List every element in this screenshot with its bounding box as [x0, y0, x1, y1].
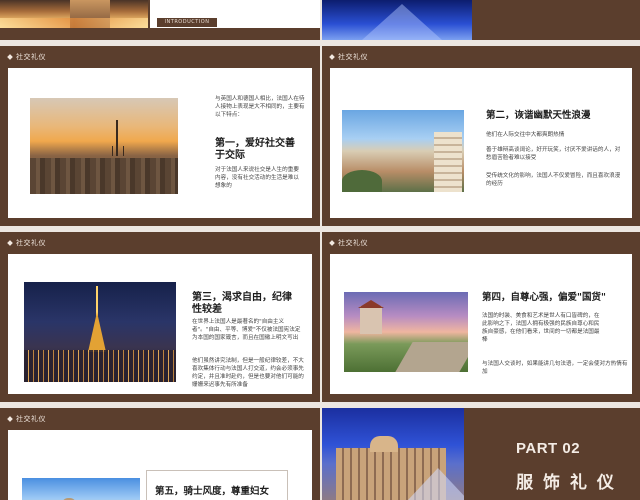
section-tag: 社交礼仪 — [329, 238, 368, 248]
slide-2-partial[interactable] — [322, 0, 640, 40]
slide-4[interactable]: 社交礼仪 第二，诙谐幽默天性浪漫 他们在人际交往中大都爽朗热情 善于雄辩高谈阔论… — [322, 46, 640, 226]
point-title: 第四，自尊心强，偏爱"国货" — [482, 292, 606, 303]
point-title: 第五，骑士风度，尊重妇女 — [155, 486, 270, 497]
slide-7[interactable]: 社交礼仪 第五，骑士风度，尊重妇女 — [0, 408, 320, 500]
point-p2: 他们虽然讲究法制，但是一般纪律较差，不大喜欢集体行动与法国人打交道，约会必须事先… — [192, 358, 304, 388]
slide-content: 第五，骑士风度，尊重妇女 — [8, 430, 312, 500]
eiffel-tower-night-photo — [24, 282, 176, 382]
point-title: 第三，渴求自由，纪律性较差 — [192, 292, 292, 315]
slide-5[interactable]: 社交礼仪 第三，渴求自由，纪律性较差 在世界上法国人是最著名的"自由主义者"。"… — [0, 232, 320, 402]
tag-label: 社交礼仪 — [16, 239, 46, 247]
introduction-label: INTRODUCTION — [157, 18, 217, 27]
slide-8[interactable]: PART 02 服 饰 礼 仪 — [322, 408, 640, 500]
tag-label: 社交礼仪 — [16, 53, 46, 61]
point-p1: 法国的时装、美食和艺术是世人有口皆碑的，在此影响之下，法国人拥有极强的民族自尊心… — [482, 313, 600, 343]
point-title: 第二，诙谐幽默天性浪漫 — [486, 110, 591, 121]
slide-content: 第三，渴求自由，纪律性较差 在世界上法国人是最著名的"自由主义者"。"自由、平等… — [8, 254, 312, 394]
slide-content: 第二，诙谐幽默天性浪漫 他们在人际交往中大都爽朗热情 善于雄辩高谈阔论，好开玩笑… — [330, 68, 632, 218]
tag-label: 社交礼仪 — [338, 239, 368, 247]
point-p3: 受传统文化的影响，法国人不仅爱冒险，而且喜欢浪漫的经历 — [486, 173, 621, 187]
tag-label: 社交礼仪 — [338, 53, 368, 61]
section-tag: 社交礼仪 — [7, 238, 46, 248]
louvre-night-photo — [322, 408, 464, 500]
point-body: 对于法国人来说社交是人生的重要内容，没有社交活动的生活是难以想象的 — [215, 167, 299, 189]
paris-buildings-photo — [342, 110, 464, 192]
paris-sunset-photo — [30, 98, 178, 194]
slide-content: 第四，自尊心强，偏爱"国货" 法国的时装、美食和艺术是世人有口皆碑的，在此影响之… — [330, 254, 632, 394]
diamond-icon — [329, 240, 335, 246]
point-p1: 在世界上法国人是最著名的"自由主义者"。"自由、平等、博爱"不仅被法国宪法定为本… — [192, 319, 301, 341]
point-p2: 与法国人交谈时，如果能讲几句法语，一定会使对方热情有加 — [482, 361, 628, 375]
slide-6[interactable]: 社交礼仪 第四，自尊心强，偏爱"国货" 法国的时装、美食和艺术是世人有口皆碑的，… — [322, 232, 640, 402]
paris-sky-photo — [22, 478, 140, 500]
slide-content: 与英国人和德国人相比，法国人在待人接物上表现是大不相同的，主要有以下特点： 第一… — [8, 68, 312, 218]
slide-3[interactable]: 社交礼仪 与英国人和德国人相比，法国人在待人接物上表现是大不相同的，主要有以下特… — [0, 46, 320, 226]
section-tag: 社交礼仪 — [329, 52, 368, 62]
paris-night-photo — [0, 0, 148, 28]
diamond-icon — [329, 54, 335, 60]
chateau-sunset-photo — [344, 292, 468, 372]
point-p1: 他们在人际交往中大都爽朗热情 — [486, 132, 565, 138]
part-title: 服 饰 礼 仪 — [516, 473, 616, 493]
point-p2: 善于雄辩高谈阔论，好开玩笑，讨厌不爱讲话的人，对愁眉苦脸者难以接受 — [486, 147, 621, 161]
diamond-icon — [7, 240, 13, 246]
section-tag: 社交礼仪 — [7, 414, 46, 424]
diamond-icon — [7, 416, 13, 422]
intro-text: 与英国人和德国人相比，法国人在待人接物上表现是大不相同的，主要有以下特点： — [215, 96, 305, 118]
slide-1-partial[interactable]: INTRODUCTION — [0, 0, 320, 40]
diamond-icon — [7, 54, 13, 60]
section-tag: 社交礼仪 — [7, 52, 46, 62]
point-title: 第一，爱好社交善于交际 — [215, 138, 295, 161]
louvre-pyramid-photo — [322, 0, 472, 40]
tag-label: 社交礼仪 — [16, 415, 46, 423]
part-number: PART 02 — [516, 440, 581, 457]
